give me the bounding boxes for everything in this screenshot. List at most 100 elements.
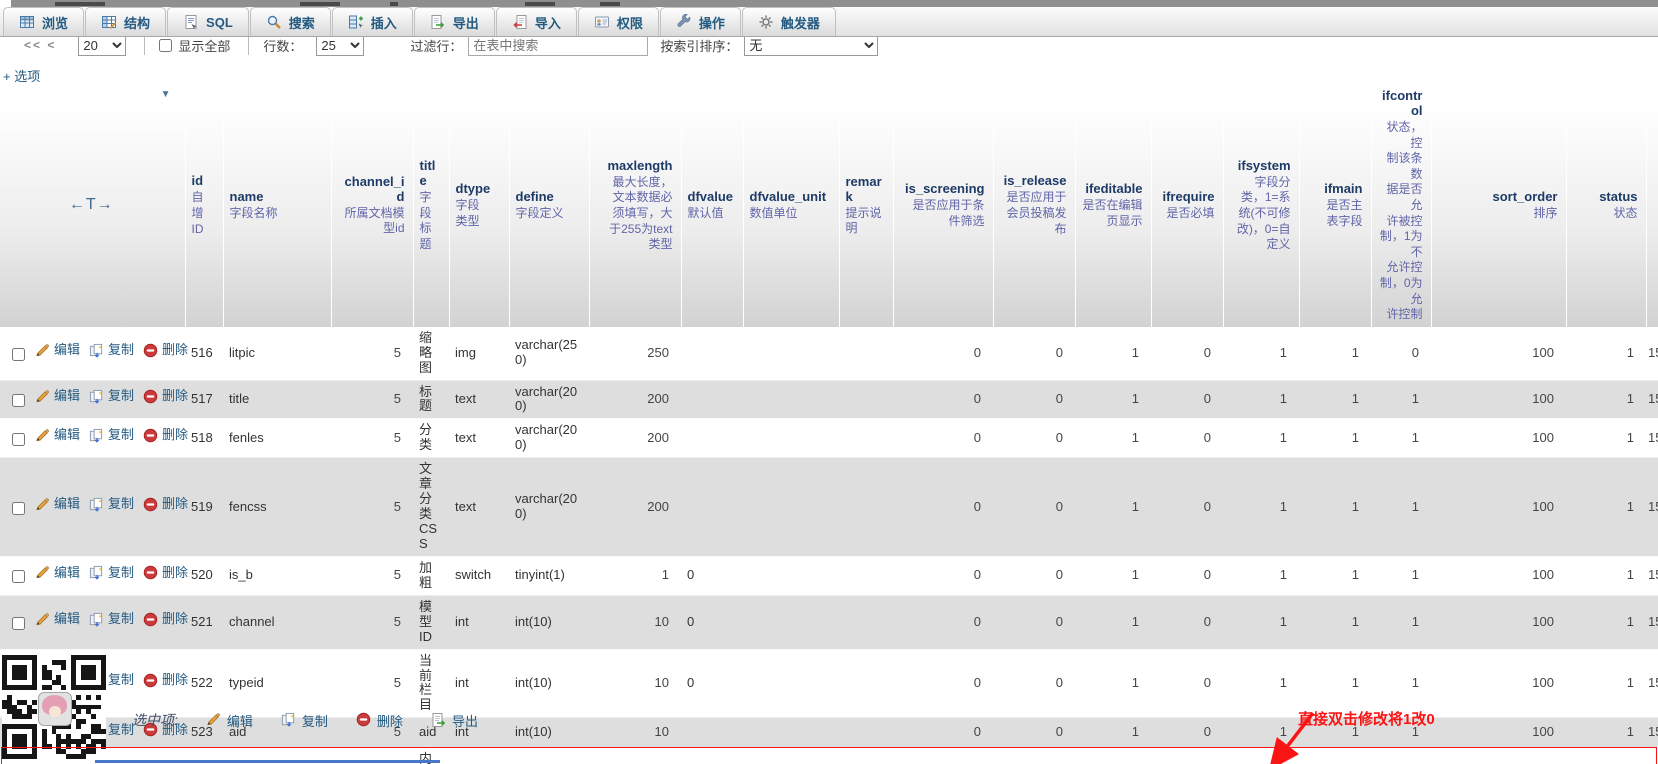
- cell-ifrequire[interactable]: 0: [1151, 747, 1223, 764]
- cell-sort_order[interactable]: 100: [1431, 717, 1566, 749]
- cell-remark[interactable]: [839, 595, 893, 650]
- cell-ifmain[interactable]: 1: [1299, 380, 1371, 420]
- cell-is_release[interactable]: 0: [993, 595, 1075, 650]
- tab-export[interactable]: 导出: [413, 7, 495, 36]
- cell-maxlength[interactable]: 1: [589, 556, 681, 596]
- cell-ifrequire[interactable]: 0: [1151, 556, 1223, 596]
- cell-extra[interactable]: 15: [1646, 649, 1658, 719]
- cell-is_release[interactable]: 0: [993, 326, 1075, 381]
- cell-ifrequire[interactable]: 0: [1151, 595, 1223, 650]
- row-delete-button[interactable]: 删除: [143, 673, 188, 689]
- cell-ifsystem[interactable]: 1: [1223, 457, 1299, 557]
- cell-id[interactable]: 518: [185, 418, 223, 459]
- cell-define[interactable]: int(10): [509, 649, 589, 719]
- cell-title[interactable]: 当前栏目: [413, 649, 449, 719]
- tab-sql[interactable]: SQL: [167, 7, 249, 36]
- cell-status[interactable]: 1: [1566, 717, 1646, 749]
- cell-channel_id[interactable]: 5: [331, 380, 413, 420]
- cell-dfvalue[interactable]: [681, 380, 743, 420]
- filter-input[interactable]: [468, 34, 649, 56]
- cell-sort_order[interactable]: 100: [1431, 747, 1566, 764]
- row-edit-button[interactable]: 编辑: [35, 611, 80, 628]
- cell-status[interactable]: 1: [1566, 457, 1646, 557]
- cell-remark[interactable]: [839, 556, 893, 596]
- options-toggle[interactable]: + 选项: [3, 66, 40, 85]
- cell-sort_order[interactable]: 100: [1431, 457, 1566, 557]
- cell-is_screening[interactable]: 0: [893, 747, 993, 764]
- cell-status[interactable]: 1: [1566, 326, 1646, 381]
- cell-is_screening[interactable]: 0: [893, 556, 993, 596]
- cell-channel_id[interactable]: 5: [331, 457, 413, 557]
- cell-define[interactable]: varchar(200): [509, 457, 589, 557]
- cell-dtype[interactable]: htmltext: [449, 747, 509, 764]
- row-copy-button[interactable]: 复制: [89, 611, 134, 628]
- cell-ifcontrol[interactable]: 0: [1371, 326, 1431, 381]
- tab-privileges[interactable]: 权限: [577, 7, 659, 36]
- row-checkbox[interactable]: [12, 432, 25, 446]
- cell-dtype[interactable]: img: [449, 326, 509, 381]
- row-delete-button[interactable]: 删除: [143, 427, 188, 444]
- cell-status[interactable]: 1: [1566, 649, 1646, 719]
- cell-title[interactable]: 标题: [413, 380, 449, 420]
- row-edit-button[interactable]: 编辑: [35, 389, 80, 405]
- column-header-name[interactable]: name 字段名称: [223, 84, 332, 327]
- cell-remark[interactable]: [839, 747, 893, 764]
- cell-extra[interactable]: 15: [1646, 457, 1658, 557]
- row-edit-button[interactable]: 编辑: [35, 565, 80, 581]
- tab-structure[interactable]: 结构: [85, 7, 167, 36]
- cell-dfvalue[interactable]: 0: [681, 556, 743, 596]
- cell-dtype[interactable]: text: [449, 418, 509, 459]
- rows-count-select[interactable]: 25: [316, 34, 365, 56]
- column-header-sort_order[interactable]: sort_order 排序: [1431, 84, 1567, 327]
- cell-maxlength[interactable]: 10: [589, 649, 681, 719]
- cell-name[interactable]: litpic: [223, 326, 331, 381]
- cell-define[interactable]: tinyint(1): [509, 556, 589, 596]
- column-options-header[interactable]: ←T→ ▼: [0, 84, 186, 327]
- cell-id[interactable]: 521: [185, 595, 223, 650]
- cell-title[interactable]: 加粗: [413, 556, 449, 596]
- cell-remark[interactable]: [839, 457, 893, 557]
- cell-channel_id[interactable]: 5: [331, 326, 413, 381]
- cell-sort_order[interactable]: 100: [1431, 595, 1566, 650]
- cell-define[interactable]: varchar(200): [509, 380, 589, 420]
- cell-ifcontrol[interactable]: 0: [1371, 747, 1431, 764]
- cell-dfvalue_unit[interactable]: [743, 649, 839, 719]
- row-checkbox[interactable]: [12, 616, 25, 630]
- row-checkbox[interactable]: [12, 394, 25, 407]
- cell-dfvalue_unit[interactable]: [743, 747, 839, 764]
- row-edit-button[interactable]: 编辑: [35, 342, 80, 359]
- cell-remark[interactable]: [839, 326, 893, 381]
- cell-dfvalue[interactable]: 0: [681, 595, 743, 650]
- cell-extra[interactable]: 15: [1646, 380, 1658, 420]
- cell-define[interactable]: int(10): [509, 717, 589, 749]
- row-delete-button[interactable]: 删除: [143, 389, 188, 405]
- cell-is_screening[interactable]: 0: [893, 717, 993, 749]
- cell-title[interactable]: 分类: [413, 418, 449, 459]
- cell-maxlength[interactable]: 10: [589, 717, 681, 749]
- row-edit-button[interactable]: 编辑: [35, 496, 80, 513]
- cell-ifrequire[interactable]: 0: [1151, 380, 1223, 420]
- cell-dfvalue[interactable]: [681, 747, 743, 764]
- selected-删除-button[interactable]: 删除: [356, 711, 403, 730]
- cell-remark[interactable]: [839, 649, 893, 719]
- cell-dtype[interactable]: switch: [449, 556, 509, 596]
- tab-triggers[interactable]: 触发器: [741, 7, 836, 36]
- cell-ifeditable[interactable]: 1: [1075, 380, 1151, 420]
- column-header-define[interactable]: define 字段定义: [509, 84, 590, 327]
- cell-is_release[interactable]: 0: [993, 418, 1075, 459]
- cell-is_release[interactable]: 0: [993, 717, 1075, 749]
- column-header-ifmain[interactable]: ifmain 是否主 表字段: [1299, 84, 1372, 327]
- cell-extra[interactable]: 15: [1646, 747, 1658, 764]
- column-header-ifeditable[interactable]: ifeditable 是否在编辑 页显示: [1075, 84, 1152, 327]
- cell-sort_order[interactable]: 100: [1431, 326, 1566, 381]
- cell-is_screening[interactable]: 0: [893, 457, 993, 557]
- row-delete-button[interactable]: 删除: [143, 611, 188, 628]
- cell-maxlength[interactable]: 250: [589, 326, 681, 381]
- cell-id[interactable]: 519: [185, 457, 223, 557]
- selected-编辑-button[interactable]: 编辑: [206, 711, 253, 730]
- cell-name[interactable]: typeid: [223, 649, 331, 719]
- column-header-ifrequire[interactable]: ifrequire 是否必填: [1151, 84, 1224, 327]
- tab-search[interactable]: 搜索: [249, 7, 331, 36]
- cell-dtype[interactable]: int: [449, 595, 509, 650]
- cell-id[interactable]: 520: [185, 556, 223, 596]
